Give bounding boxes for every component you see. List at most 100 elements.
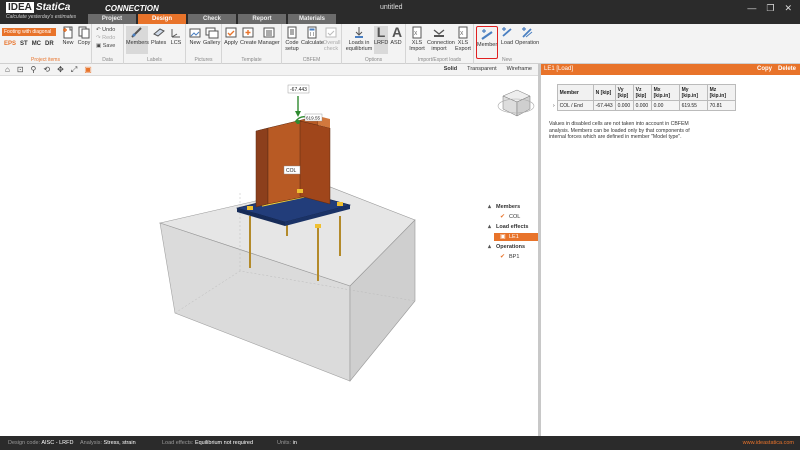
tab-report[interactable]: Report [238, 14, 286, 24]
xls-export-icon: X [458, 26, 468, 39]
overall-check-button[interactable]: Overall check [323, 26, 340, 52]
anchor-nut [247, 206, 253, 210]
app-tagline: Calculate yesterday's estimates [6, 14, 77, 20]
group-cbfem: Code setup Calculate Overall check CBFEM [282, 24, 342, 64]
data-tree: Members ✔COL Load effects ▣LE1 Operation… [488, 201, 538, 261]
load-label-n: -67.443 [290, 87, 307, 93]
tree-members-heading[interactable]: Members [488, 203, 538, 210]
new-load-button[interactable]: Load [500, 26, 514, 46]
new-picture-button[interactable]: New [188, 26, 202, 46]
website-link[interactable]: www.ideastatica.com [743, 436, 794, 450]
save-button[interactable]: ▣ Save [96, 43, 115, 50]
new-item-button[interactable]: New [61, 26, 75, 46]
xls-import-icon: X [412, 26, 422, 39]
view-mode-wireframe[interactable]: Wireframe [507, 66, 532, 72]
column-header: N [kip] [592, 84, 616, 101]
table-cell: COL / End [556, 100, 594, 111]
create-template-button[interactable]: Create [240, 26, 257, 46]
rotate-icon[interactable]: ⟲ [43, 65, 50, 75]
anchor-nut [315, 224, 321, 228]
tree-item-le1[interactable]: ▣ LE1 [494, 233, 538, 241]
tab-materials[interactable]: Materials [288, 14, 336, 24]
table-cell[interactable]: -67.443 [592, 100, 616, 111]
anchor-nut [297, 189, 303, 193]
connection-import-button[interactable]: Connection import [427, 26, 455, 52]
gallery-button[interactable]: Gallery [203, 26, 220, 46]
group-template: Apply Create Manager Template [222, 24, 282, 64]
scene-3d[interactable]: COL -67.443 619.55 [0, 76, 538, 436]
tree-operations-heading[interactable]: Operations [488, 243, 538, 250]
copy-item-button[interactable]: Copy [77, 26, 91, 46]
asd-icon: A [391, 24, 403, 40]
table-row[interactable]: › COL / End -67.443 0.000 0.000 0.00 619… [551, 100, 736, 111]
group-pictures: New Gallery Pictures [186, 24, 222, 64]
check-icon: ✔ [500, 214, 506, 220]
tab-check[interactable]: Check [188, 14, 236, 24]
undo-button[interactable]: ↶ Undo [96, 27, 115, 34]
table-cell[interactable]: 70.81 [706, 100, 736, 111]
lcs-label-toggle[interactable]: LCS [169, 26, 183, 46]
code-mc[interactable]: MC [32, 41, 41, 47]
table-cell[interactable]: 0.000 [632, 100, 652, 111]
table-cell[interactable]: 619.55 [678, 100, 708, 111]
group-new: Member Load Operation New [474, 24, 540, 64]
info-note: Values in disabled cells are not taken i… [549, 121, 690, 140]
home-icon[interactable]: ⌂ [5, 65, 10, 75]
tab-project[interactable]: Project [88, 14, 136, 24]
ribbon: Footing with diagonal EPS ST MC DR New C… [0, 24, 800, 64]
delete-button[interactable]: Delete [778, 64, 796, 75]
group-labels: Members Plates LCS Labels [124, 24, 186, 64]
view-cube[interactable] [497, 89, 535, 117]
table-cell[interactable]: 0.000 [614, 100, 634, 111]
tab-design[interactable]: Design [138, 14, 186, 24]
column-header: Vz [kip] [632, 84, 652, 101]
group-label: Pictures [194, 57, 213, 63]
group-project-items: Footing with diagonal EPS ST MC DR New C… [0, 24, 92, 64]
view-mode-transparent[interactable]: Transparent [467, 66, 496, 72]
new-operation-button[interactable]: Operation [515, 26, 539, 46]
redo-button[interactable]: ↷ Redo [96, 35, 115, 42]
code-setup-button[interactable]: Code setup [284, 26, 300, 52]
app-logo: IDEA StatiCa [6, 2, 71, 13]
plates-label-toggle[interactable]: Plates [151, 26, 166, 46]
template-manager-button[interactable]: Manager [258, 26, 280, 46]
apply-template-button[interactable]: Apply [224, 26, 238, 46]
move-icon[interactable]: ✥ [57, 65, 64, 75]
3d-viewport[interactable]: COL -67.443 619.55 Members ✔COL Load eff… [0, 76, 538, 436]
tree-item-bp1[interactable]: ✔ BP1 [488, 253, 538, 261]
document-title: untitled [380, 4, 403, 11]
panel-header: LE1 [Load] Copy Delete [541, 64, 800, 75]
anchor-nut [337, 202, 343, 206]
new-member-button[interactable]: Member [476, 26, 498, 59]
loads-in-equilibrium-toggle[interactable]: Loads in equilibrium [344, 26, 374, 52]
brand-name: StatiCa [35, 2, 71, 13]
code-dr[interactable]: DR [45, 41, 54, 47]
xls-import-button[interactable]: X XLS Import [409, 26, 425, 52]
lrfd-toggle[interactable]: L LRFD [374, 25, 388, 54]
copy-button[interactable]: Copy [757, 64, 772, 75]
load-table: Member N [kip] Vy [kip] Vz [kip] Mx [kip… [551, 84, 736, 111]
code-st[interactable]: ST [20, 41, 28, 47]
close-icon[interactable]: ✕ [784, 3, 792, 14]
maximize-icon[interactable]: ❐ [766, 3, 774, 14]
minimize-icon[interactable]: — [747, 3, 756, 14]
members-label-toggle[interactable]: Members [126, 26, 149, 54]
search-icon[interactable]: ⚲ [31, 65, 37, 75]
table-cell[interactable]: 0.00 [650, 100, 680, 111]
equilibrium-icon [355, 27, 363, 38]
new-operation-icon [522, 27, 533, 38]
screenshot-icon[interactable]: ▣ [84, 65, 92, 75]
fit-icon[interactable]: ⤢ [71, 65, 77, 75]
asd-toggle[interactable]: A ASD [390, 24, 403, 46]
calculate-button[interactable]: Calculate [301, 26, 324, 46]
tree-item-col[interactable]: ✔ COL [488, 213, 538, 221]
zoom-icon[interactable]: ⊡ [17, 65, 24, 75]
code-eps[interactable]: EPS [4, 41, 16, 47]
project-item-selector[interactable]: Footing with diagonal [2, 28, 56, 36]
xls-export-button[interactable]: X XLS Export [455, 26, 471, 52]
tree-load-effects-heading[interactable]: Load effects [488, 223, 538, 230]
load-label-m: 619.55 [306, 116, 320, 121]
view-mode-solid[interactable]: Solid [444, 66, 457, 72]
column-flange-front [299, 120, 331, 205]
status-load-effects: Load effects: Equilibrium not required [162, 440, 254, 446]
